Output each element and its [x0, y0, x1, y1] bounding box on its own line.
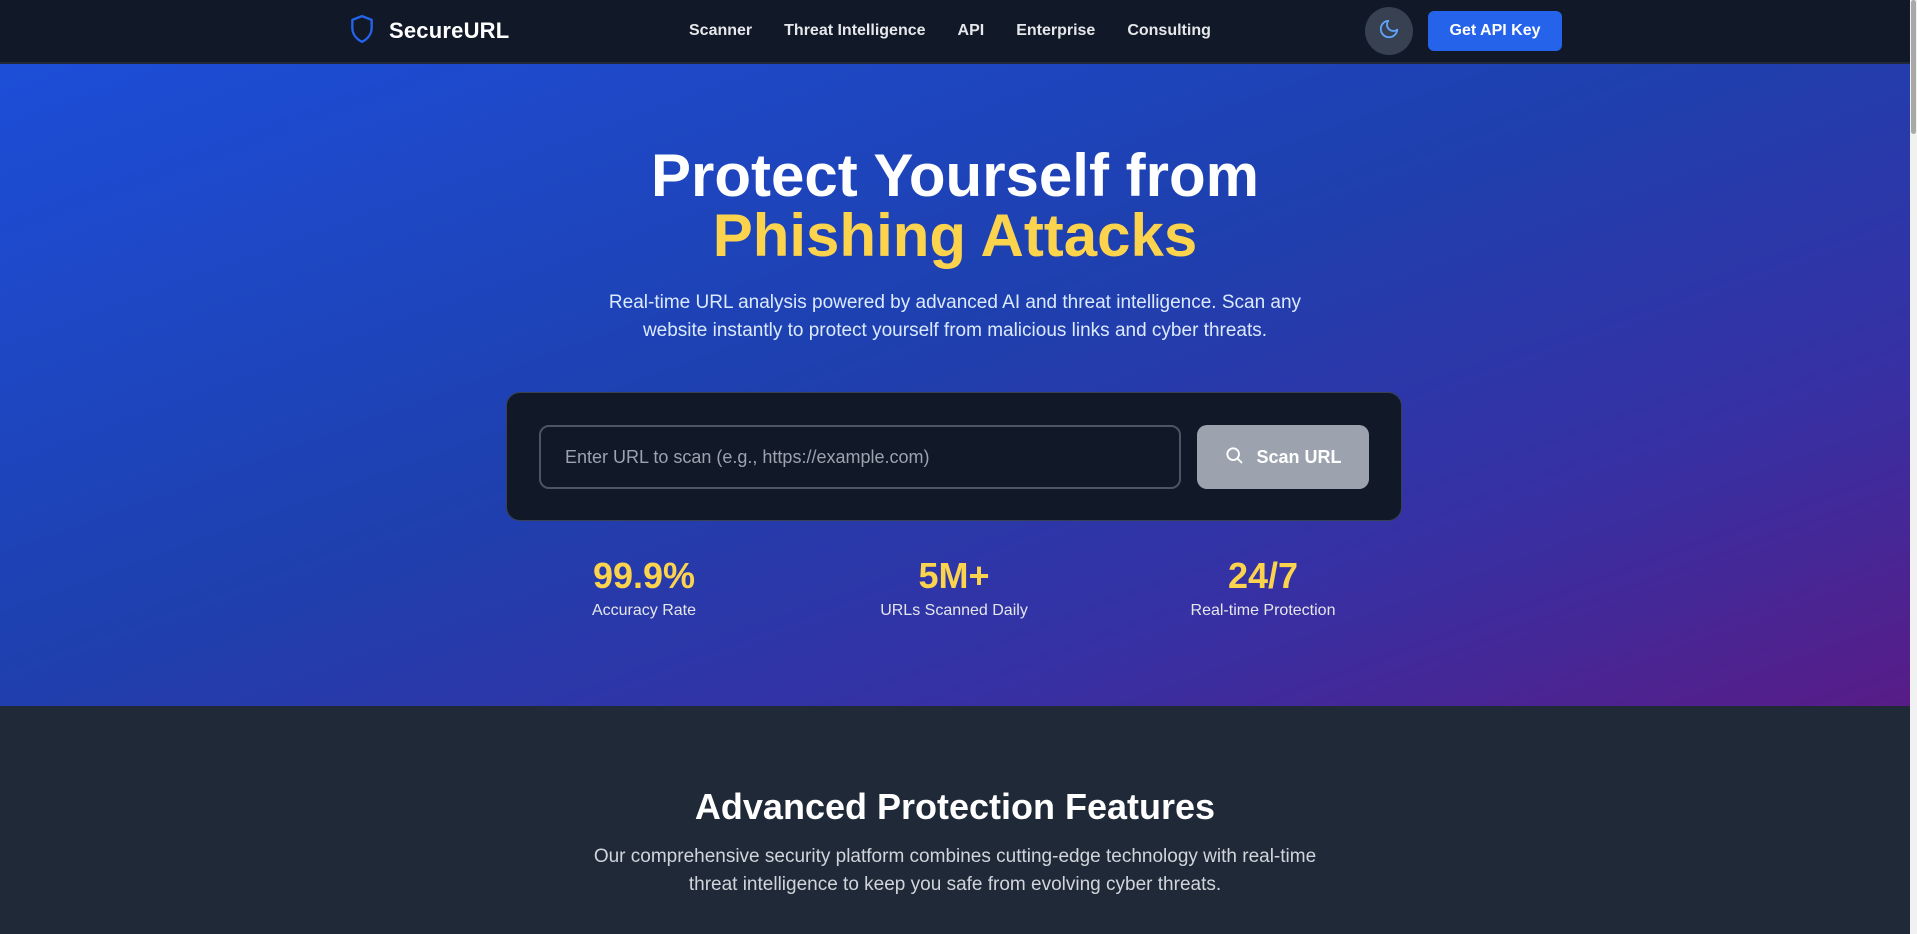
stat-value: 99.9% — [592, 555, 696, 596]
nav-link-threat-intelligence[interactable]: Threat Intelligence — [784, 20, 925, 42]
stat-realtime: 24/7 Real-time Protection — [1113, 554, 1413, 620]
stat-value: 5M+ — [918, 555, 990, 596]
top-navbar: SecureURL Scanner Threat Intelligence AP… — [0, 0, 1910, 63]
brand-name: SecureURL — [389, 18, 510, 43]
get-api-key-button[interactable]: Get API Key — [1428, 11, 1562, 51]
nav-link-api[interactable]: API — [958, 20, 985, 42]
search-icon — [1224, 445, 1244, 470]
features-subtitle: Our comprehensive security platform comb… — [593, 846, 1317, 895]
stat-label: Real-time Protection — [1190, 602, 1336, 619]
page-scrollbar[interactable] — [1910, 0, 1917, 934]
url-scan-card: Scan URL — [506, 392, 1402, 521]
nav-link-enterprise[interactable]: Enterprise — [1016, 20, 1095, 42]
moon-icon — [1378, 18, 1400, 45]
scan-url-button[interactable]: Scan URL — [1197, 425, 1369, 489]
theme-toggle-button[interactable] — [1365, 7, 1413, 55]
features-title: Advanced Protection Features — [694, 786, 1216, 827]
stat-urls-scanned: 5M+ URLs Scanned Daily — [804, 554, 1104, 620]
hero-title-highlight: Phishing Attacks — [712, 202, 1198, 269]
hero-subtitle: Real-time URL analysis powered by advanc… — [608, 292, 1302, 341]
stat-value: 24/7 — [1227, 555, 1299, 596]
main-nav: Scanner Threat Intelligence API Enterpri… — [689, 20, 1211, 42]
scan-url-label: Scan URL — [1256, 446, 1342, 467]
stat-label: URLs Scanned Daily — [880, 602, 1028, 619]
stat-label: Accuracy Rate — [591, 602, 697, 619]
url-input[interactable] — [539, 425, 1181, 489]
brand-logo[interactable]: SecureURL — [349, 14, 509, 48]
hero-title: Protect Yourself from Phishing Attacks — [0, 146, 1910, 266]
shield-icon — [349, 14, 375, 49]
features-section: Advanced Protection Features Our compreh… — [0, 706, 1910, 934]
hero-section: Protect Yourself from Phishing Attacks R… — [0, 64, 1910, 706]
hero-title-line1: Protect Yourself from — [651, 142, 1259, 209]
nav-link-consulting[interactable]: Consulting — [1127, 20, 1211, 42]
scrollbar-thumb[interactable] — [1911, 0, 1916, 134]
nav-link-scanner[interactable]: Scanner — [689, 20, 752, 42]
stat-accuracy: 99.9% Accuracy Rate — [494, 554, 794, 620]
